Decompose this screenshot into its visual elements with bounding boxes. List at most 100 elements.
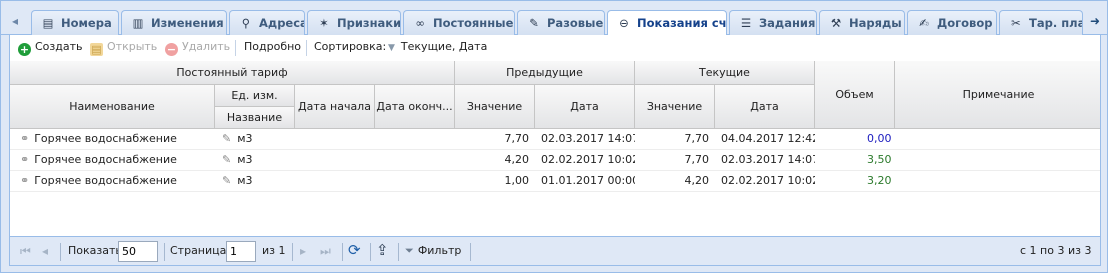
- minus-icon: −: [165, 43, 178, 56]
- open-document-icon: ▤: [90, 43, 103, 56]
- tab-contract[interactable]: ✍ Договор: [907, 10, 997, 35]
- tasks-icon: ☰: [740, 16, 752, 30]
- grid-toolbar: + Создать ▤ Открыть − Удалить Подробно Сорт…: [9, 35, 1101, 61]
- delete-label: Удалить: [182, 40, 231, 53]
- paging-toolbar: ⏮ ◂ Показать Страница из 1 ▸ ⏭ ⟳ ⇪ ⏷Филь…: [9, 236, 1101, 266]
- unit-text: м3: [237, 132, 253, 145]
- tab-attributes[interactable]: ✶ Признаки: [307, 10, 401, 35]
- delete-button[interactable]: − Удалить: [165, 40, 230, 56]
- tab-label: Постоянные: [433, 16, 514, 30]
- unit-text: м3: [237, 174, 253, 187]
- table-row[interactable]: ⚭ Горячее водоснабжение ✎ м3 1,00 01.01.20…: [10, 171, 1100, 192]
- header-group-tariff: Постоянный тариф: [10, 61, 455, 85]
- chevron-down-icon: ▼: [388, 43, 395, 53]
- sort-selector[interactable]: ▼ Текущие, Дата: [388, 40, 487, 53]
- create-button[interactable]: + Создать: [18, 40, 83, 56]
- tab-scroll-left-icon[interactable]: ◂: [7, 11, 23, 31]
- tab-permanent[interactable]: ∞ Постоянные: [403, 10, 515, 35]
- link-icon: ⚭: [20, 153, 30, 166]
- tab-label: Показания сч.: [637, 16, 727, 30]
- meter-icon: ⊖: [619, 16, 629, 30]
- tab-bar: ◂ ▤ Номера ▥ Изменения ⚲ Адреса ✶ Признаки ∞…: [1, 1, 1107, 36]
- export-icon[interactable]: ⇪: [376, 241, 389, 259]
- unit-text: м3: [237, 153, 253, 166]
- tab-numbers[interactable]: ▤ Номера: [31, 10, 119, 35]
- cell-volume: 3,20: [867, 174, 892, 187]
- cell-curr-date: 02.03.2017 14:07: [721, 153, 815, 166]
- tab-tariff-plan[interactable]: ✂ Тар. план: [999, 10, 1083, 35]
- header-unit-name[interactable]: Название: [215, 107, 295, 129]
- link-icon: ∞: [415, 16, 425, 30]
- cell-curr-value: 7,70: [684, 153, 710, 166]
- pencil-icon: ✎: [222, 174, 232, 187]
- tab-changes[interactable]: ▥ Изменения: [121, 10, 227, 35]
- table-row[interactable]: ⚭ Горячее водоснабжение ✎ м3 7,70 02.03.20…: [10, 129, 1100, 150]
- create-label: Создать: [35, 40, 83, 53]
- cell-name: ⚭ Горячее водоснабжение: [20, 150, 210, 170]
- refresh-icon[interactable]: ⟳: [348, 241, 361, 259]
- page-count-label: из 1: [262, 244, 286, 257]
- contract-icon: ✍: [919, 16, 929, 30]
- header-group-current: Текущие: [635, 61, 815, 85]
- cell-curr-value: 7,70: [684, 132, 710, 145]
- list-icon: ▥: [132, 16, 144, 30]
- pencil-icon: ✎: [222, 153, 232, 166]
- cell-prev-date: 02.03.2017 14:07: [541, 132, 635, 145]
- meter-readings-panel: ◂ ▤ Номера ▥ Изменения ⚲ Адреса ✶ Признаки ∞…: [0, 0, 1108, 273]
- tariff-icon: ✂: [1011, 16, 1021, 30]
- tab-one-time[interactable]: ✎ Разовые: [517, 10, 605, 35]
- pencil-icon: ✎: [222, 132, 232, 145]
- header-date-start[interactable]: Дата начала: [295, 85, 375, 129]
- tab-addresses[interactable]: ⚲ Адреса: [229, 10, 305, 35]
- tab-tasks[interactable]: ☰ Задания: [729, 10, 817, 35]
- tab-label: Наряды: [849, 16, 902, 30]
- link-icon: ⚭: [20, 132, 30, 145]
- name-text: Горячее водоснабжение: [34, 174, 177, 187]
- pager-separator: [370, 243, 371, 261]
- page-label: Страница: [170, 244, 227, 257]
- page-number-input[interactable]: [226, 241, 256, 262]
- pager-separator: [60, 243, 61, 261]
- table-row[interactable]: ⚭ Горячее водоснабжение ✎ м3 4,20 02.02.20…: [10, 150, 1100, 171]
- plus-icon: +: [18, 43, 31, 56]
- open-button[interactable]: ▤ Открыть: [90, 40, 157, 56]
- cell-unit: ✎ м3: [222, 150, 292, 170]
- sort-label: Сортировка:: [314, 40, 387, 53]
- tab-label: Номера: [61, 16, 112, 30]
- next-page-icon[interactable]: ▸: [300, 244, 306, 258]
- pager-separator: [342, 243, 343, 261]
- header-note[interactable]: Примечание: [895, 61, 1100, 129]
- tab-label: Договор: [937, 16, 993, 30]
- prev-page-icon[interactable]: ◂: [42, 244, 48, 258]
- show-label: Показать: [68, 244, 122, 257]
- pager-separator: [164, 243, 165, 261]
- name-text: Горячее водоснабжение: [34, 132, 177, 145]
- cell-curr-date: 04.04.2017 12:42: [721, 132, 815, 145]
- details-button[interactable]: Подробно: [244, 40, 301, 53]
- tab-meter-readings[interactable]: ⊖ Показания сч.: [607, 10, 727, 36]
- header-curr-date[interactable]: Дата: [715, 85, 815, 129]
- tools-icon: ⚒: [830, 16, 842, 30]
- name-text: Горячее водоснабжение: [34, 153, 177, 166]
- pager-separator: [398, 243, 399, 261]
- pager-separator: [470, 243, 471, 261]
- tab-scroll-right-icon[interactable]: ➜: [1087, 11, 1103, 31]
- cell-prev-value: 4,20: [504, 153, 530, 166]
- sort-value: Текущие, Дата: [400, 40, 488, 53]
- document-icon: ▤: [42, 16, 54, 30]
- cell-name: ⚭ Горячее водоснабжение: [20, 171, 210, 191]
- tab-label: Разовые: [547, 16, 604, 30]
- first-page-icon[interactable]: ⏮: [20, 244, 31, 259]
- cell-volume: 0,00: [867, 132, 892, 145]
- filter-button[interactable]: ⏷ Фильтр: [405, 244, 461, 258]
- last-page-icon[interactable]: ⏭: [320, 244, 331, 259]
- header-prev-value[interactable]: Значение: [455, 85, 535, 129]
- header-date-end[interactable]: Дата оконч...: [375, 85, 455, 129]
- header-prev-date[interactable]: Дата: [535, 85, 635, 129]
- tab-work-orders[interactable]: ⚒ Наряды: [819, 10, 905, 35]
- header-volume[interactable]: Объем: [815, 61, 895, 129]
- page-size-input[interactable]: [118, 241, 158, 262]
- cell-prev-value: 7,70: [504, 132, 530, 145]
- header-curr-value[interactable]: Значение: [635, 85, 715, 129]
- header-name[interactable]: Наименование: [10, 85, 215, 129]
